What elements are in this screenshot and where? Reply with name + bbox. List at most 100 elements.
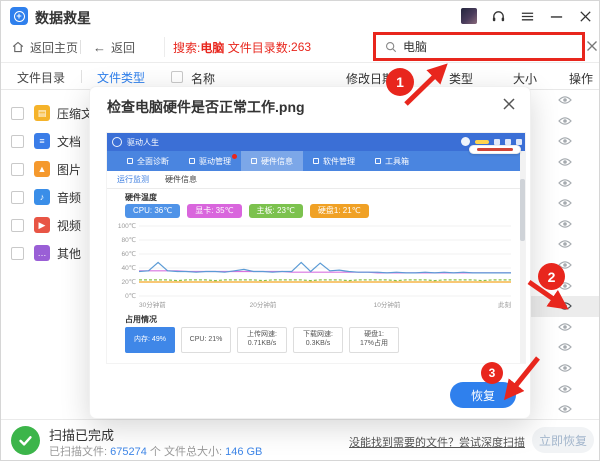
scan-complete-icon — [11, 426, 40, 455]
app-window: + 数据救星 返回主页 ← 返回 搜 — [0, 0, 600, 461]
back-button[interactable]: ← 返回 — [93, 31, 135, 63]
temp-badge: 硬盘1: 21℃ — [310, 204, 369, 218]
preview-eye-icon[interactable] — [558, 157, 572, 167]
checkbox[interactable] — [11, 191, 24, 204]
table-row — [528, 317, 600, 338]
minimize-icon[interactable] — [548, 8, 564, 24]
svg-text:0℃: 0℃ — [125, 292, 136, 300]
user-avatar[interactable] — [461, 8, 477, 24]
headset-icon[interactable] — [490, 8, 506, 24]
search-icon — [385, 41, 397, 53]
preview-scrollbar — [520, 151, 525, 363]
column-header: 类型 — [449, 70, 473, 87]
table-row — [528, 234, 600, 255]
sidebar-item-label: 文档 — [57, 133, 81, 150]
column-header: 名称 — [191, 70, 215, 87]
sidebar-item-label: 视频 — [57, 217, 81, 234]
preview-eye-icon[interactable] — [558, 404, 572, 414]
preview-tab-label: 硬件信息 — [261, 156, 293, 167]
table-row — [528, 131, 600, 152]
checkbox[interactable] — [11, 107, 24, 120]
usage-section-label: 占用情况 — [125, 314, 157, 325]
checkbox[interactable] — [11, 247, 24, 260]
preview-settings-icon — [494, 139, 500, 145]
home-icon — [11, 40, 25, 54]
status-bar: 扫描已完成 已扫描文件: 675274 个 文件总大小: 146 GB 没能找到… — [1, 419, 600, 460]
search-value: 电脑 — [403, 38, 427, 55]
usage-stat-box: 下载网速:0.3KB/s — [293, 327, 343, 353]
preview-tab-icon — [189, 158, 195, 164]
checkbox[interactable] — [11, 163, 24, 176]
titlebar: + 数据救星 — [1, 1, 600, 31]
preview-user-avatar — [461, 137, 470, 146]
checkbox[interactable] — [11, 135, 24, 148]
preview-subtab: 运行监测 — [117, 174, 149, 185]
preview-file-name: 检查电脑硬件是否正常工作.png — [107, 97, 305, 117]
table-row — [528, 214, 600, 235]
preview-tab-label: 工具箱 — [385, 156, 409, 167]
preview-subtabs: 运行监测硬件信息 — [107, 171, 526, 189]
modal-close-icon[interactable] — [501, 96, 517, 112]
image-icon: ▲ — [34, 161, 50, 177]
step-1-badge: 1 — [386, 68, 414, 96]
preview-tab-icon — [313, 158, 319, 164]
toolbar: 返回主页 ← 返回 搜索:电脑 文件目录数:263 电脑 — [1, 31, 600, 63]
step-3-badge: 3 — [481, 362, 503, 384]
preview-eye-icon[interactable] — [558, 342, 572, 352]
preview-eye-icon[interactable] — [558, 116, 572, 126]
search-input[interactable]: 电脑 — [373, 32, 585, 61]
recover-button[interactable]: 恢复 — [450, 382, 516, 408]
temperature-chart: 100℃80℃60℃40℃20℃0℃30分钟前20分钟前10分钟前此刻 — [115, 222, 517, 312]
column-header: 操作 — [569, 70, 593, 87]
preview-tab-icon — [127, 158, 133, 164]
preview-eye-icon[interactable] — [558, 363, 572, 373]
preview-username — [475, 140, 489, 144]
preview-eye-icon[interactable] — [558, 178, 572, 188]
table-row — [528, 193, 600, 214]
usage-stat-box: CPU: 21% — [181, 327, 231, 353]
preview-tab-label: 全面诊断 — [137, 156, 169, 167]
recover-now-button[interactable]: 立即恢复 — [532, 427, 594, 453]
preview-eye-icon[interactable] — [558, 301, 572, 311]
preview-eye-icon[interactable] — [558, 198, 572, 208]
table-row — [528, 399, 600, 420]
back-home-button[interactable]: 返回主页 — [11, 31, 78, 63]
clear-search-icon[interactable] — [585, 39, 599, 53]
document-icon: ≡ — [34, 133, 50, 149]
close-icon[interactable] — [577, 8, 593, 24]
sidebar-item-label: 图片 — [57, 161, 81, 178]
app-logo-icon: + — [10, 7, 28, 25]
temp-badge: 主板: 23℃ — [249, 204, 303, 218]
table-row — [528, 358, 600, 379]
tab-file-type[interactable]: 文件类型 — [97, 69, 145, 86]
preview-eye-icon[interactable] — [558, 322, 572, 332]
temp-badges: CPU: 36℃显卡: 35℃主板: 23℃硬盘1: 21℃ — [125, 204, 369, 218]
table-row — [528, 337, 600, 358]
titlebar-controls — [461, 1, 593, 31]
preview-eye-icon[interactable] — [558, 219, 572, 229]
divider — [81, 70, 82, 83]
preview-tab-label: 软件管理 — [323, 156, 355, 167]
result-rows — [528, 90, 600, 420]
svg-text:10分钟前: 10分钟前 — [374, 300, 401, 309]
select-all-checkbox[interactable] — [171, 71, 183, 83]
video-icon: ▶ — [34, 217, 50, 233]
preview-tab-label: 驱动管理 — [199, 156, 231, 167]
preview-nav-tab: 驱动管理 — [179, 151, 241, 171]
notification-dot — [232, 154, 237, 159]
preview-minimize-icon — [505, 139, 511, 145]
preview-eye-icon[interactable] — [558, 136, 572, 146]
preview-eye-icon[interactable] — [558, 239, 572, 249]
temp-badge: CPU: 36℃ — [125, 204, 180, 218]
step-2-badge: 2 — [538, 263, 565, 290]
menu-icon[interactable] — [519, 8, 535, 24]
preview-eye-icon[interactable] — [558, 95, 572, 105]
sidebar-item-label: 其他 — [57, 245, 81, 262]
tab-file-directory[interactable]: 文件目录 — [17, 69, 65, 86]
svg-text:40℃: 40℃ — [121, 264, 136, 272]
preview-tab-icon — [375, 158, 381, 164]
checkbox[interactable] — [11, 219, 24, 232]
preview-eye-icon[interactable] — [558, 384, 572, 394]
usage-stat-box: 硬盘1:17%占用 — [349, 327, 399, 353]
deep-scan-link[interactable]: 没能找到需要的文件？尝试深度扫描 — [349, 434, 525, 450]
